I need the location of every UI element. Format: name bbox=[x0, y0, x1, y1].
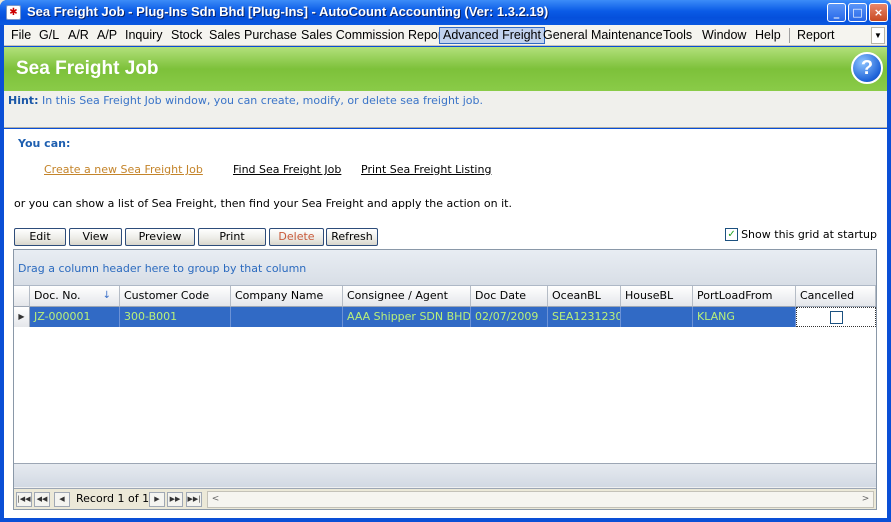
delete-button[interactable]: Delete bbox=[269, 228, 324, 246]
show-at-startup-option[interactable]: ✓ Show this grid at startup bbox=[725, 227, 877, 242]
previous-record-icon[interactable]: ◀ bbox=[54, 492, 70, 507]
menu-tools[interactable]: Tools bbox=[660, 27, 695, 44]
cell-doc-no[interactable]: JZ-000001 bbox=[30, 307, 120, 327]
column-header-house-bl[interactable]: HouseBL bbox=[621, 286, 693, 307]
menu-stock[interactable]: Stock bbox=[168, 27, 205, 44]
app-window: ✱ Sea Freight Job - Plug-Ins Sdn Bhd [Pl… bbox=[0, 0, 891, 522]
cell-customer-code[interactable]: 300-B001 bbox=[120, 307, 231, 327]
menu-general-maintenance[interactable]: General Maintenance bbox=[540, 27, 666, 44]
print-sea-freight-listing-link[interactable]: Print Sea Freight Listing bbox=[361, 163, 491, 176]
view-button[interactable]: View bbox=[69, 228, 122, 246]
menu-window[interactable]: Window bbox=[699, 27, 749, 44]
next-page-icon[interactable]: ▶▶ bbox=[167, 492, 183, 507]
refresh-button[interactable]: Refresh bbox=[326, 228, 378, 246]
column-header-customer-code[interactable]: Customer Code bbox=[120, 286, 231, 307]
menu-ap[interactable]: A/P bbox=[94, 27, 120, 44]
cell-house-bl[interactable] bbox=[621, 307, 693, 327]
column-header-company-name[interactable]: Company Name bbox=[231, 286, 343, 307]
column-header-doc-date[interactable]: Doc Date bbox=[471, 286, 548, 307]
close-button[interactable]: × bbox=[869, 3, 888, 22]
page-header: Sea Freight Job ? bbox=[4, 47, 887, 91]
app-icon[interactable]: ✱ bbox=[6, 5, 21, 20]
page-title: Sea Freight Job bbox=[16, 58, 159, 79]
record-position-text: Record 1 of 1 bbox=[76, 492, 150, 505]
grid-footer bbox=[14, 463, 876, 487]
cell-company-name[interactable] bbox=[231, 307, 343, 327]
last-record-icon[interactable]: ▶▶| bbox=[186, 492, 202, 507]
column-header-doc-no[interactable]: Doc. No. ↓ bbox=[30, 286, 120, 307]
next-record-icon[interactable]: ▶ bbox=[149, 492, 165, 507]
grid-body: Doc. No. ↓ Customer Code Company Name Con… bbox=[14, 286, 876, 463]
menu-file[interactable]: File bbox=[8, 27, 34, 44]
cancelled-checkbox[interactable] bbox=[830, 311, 843, 324]
horizontal-scrollbar[interactable]: < > bbox=[207, 491, 874, 508]
print-button[interactable]: Print bbox=[198, 228, 266, 246]
group-by-hint: Drag a column header here to group by th… bbox=[18, 262, 307, 275]
sea-freight-grid: Drag a column header here to group by th… bbox=[13, 249, 877, 510]
current-row-arrow-icon[interactable]: ▶ bbox=[14, 307, 30, 327]
maximize-button[interactable]: □ bbox=[848, 3, 867, 22]
column-header-label: Doc. No. bbox=[34, 289, 81, 302]
create-sea-freight-job-link[interactable]: Create a new Sea Freight Job bbox=[44, 163, 203, 176]
column-header-ocean-bl[interactable]: OceanBL bbox=[548, 286, 621, 307]
column-header-port-load-from[interactable]: PortLoadFrom bbox=[693, 286, 796, 307]
menu-inquiry[interactable]: Inquiry bbox=[122, 27, 166, 44]
menu-ar[interactable]: A/R bbox=[65, 27, 92, 44]
instruction-text: or you can show a list of Sea Freight, t… bbox=[14, 197, 512, 210]
menu-sales[interactable]: Sales bbox=[206, 27, 243, 44]
cell-cancelled[interactable] bbox=[796, 307, 876, 327]
cell-port-load-from[interactable]: KLANG bbox=[693, 307, 796, 327]
minimize-button[interactable]: _ bbox=[827, 3, 846, 22]
hint-text: In this Sea Freight Job window, you can … bbox=[41, 94, 483, 107]
group-by-panel[interactable]: Drag a column header here to group by th… bbox=[14, 250, 876, 286]
you-can-label: You can: bbox=[18, 137, 71, 150]
preview-button[interactable]: Preview bbox=[125, 228, 195, 246]
record-navigator: |◀◀ ◀◀ ◀ Record 1 of 1 ▶ ▶▶ ▶▶| < > bbox=[14, 488, 876, 509]
menu-report[interactable]: Report bbox=[794, 27, 838, 44]
scroll-left-icon[interactable]: < bbox=[208, 492, 223, 507]
cell-doc-date[interactable]: 02/07/2009 bbox=[471, 307, 548, 327]
cell-ocean-bl[interactable]: SEA12312301 bbox=[548, 307, 621, 327]
title-bar[interactable]: ✱ Sea Freight Job - Plug-Ins Sdn Bhd [Pl… bbox=[0, 0, 891, 25]
hint-panel: Hint: In this Sea Freight Job window, yo… bbox=[4, 91, 887, 128]
edit-button[interactable]: Edit bbox=[14, 228, 66, 246]
window-title: Sea Freight Job - Plug-Ins Sdn Bhd [Plug… bbox=[27, 4, 549, 19]
column-header-consignee-agent[interactable]: Consignee / Agent bbox=[343, 286, 471, 307]
menu-separator bbox=[789, 28, 790, 43]
menu-help[interactable]: Help bbox=[752, 27, 784, 44]
sort-descending-icon: ↓ bbox=[102, 290, 111, 301]
cell-consignee-agent[interactable]: AAA Shipper SDN BHD bbox=[343, 307, 471, 327]
main-content: You can: Create a new Sea Freight Job Fi… bbox=[4, 129, 887, 518]
hint-label: Hint: bbox=[8, 94, 39, 107]
help-icon[interactable]: ? bbox=[851, 52, 883, 84]
first-record-icon[interactable]: |◀◀ bbox=[16, 492, 32, 507]
menu-gl[interactable]: G/L bbox=[36, 27, 62, 44]
scroll-right-icon[interactable]: > bbox=[858, 492, 873, 507]
column-header-cancelled[interactable]: Cancelled bbox=[796, 286, 876, 307]
show-at-startup-label: Show this grid at startup bbox=[741, 228, 877, 241]
row-indicator-header bbox=[14, 286, 30, 307]
menu-purchase[interactable]: Purchase bbox=[241, 27, 300, 44]
menu-overflow-chevron-icon[interactable]: ▼ bbox=[871, 27, 885, 44]
menu-advanced-freight[interactable]: Advanced Freight bbox=[439, 27, 545, 44]
menu-sales-commission-report[interactable]: Sales Commission Report bbox=[298, 27, 449, 44]
show-at-startup-checkbox[interactable]: ✓ bbox=[725, 227, 739, 241]
previous-page-icon[interactable]: ◀◀ bbox=[34, 492, 50, 507]
find-sea-freight-job-link[interactable]: Find Sea Freight Job bbox=[233, 163, 341, 176]
menu-bar: File G/L A/R A/P Inquiry Stock Sales Pur… bbox=[4, 25, 887, 46]
